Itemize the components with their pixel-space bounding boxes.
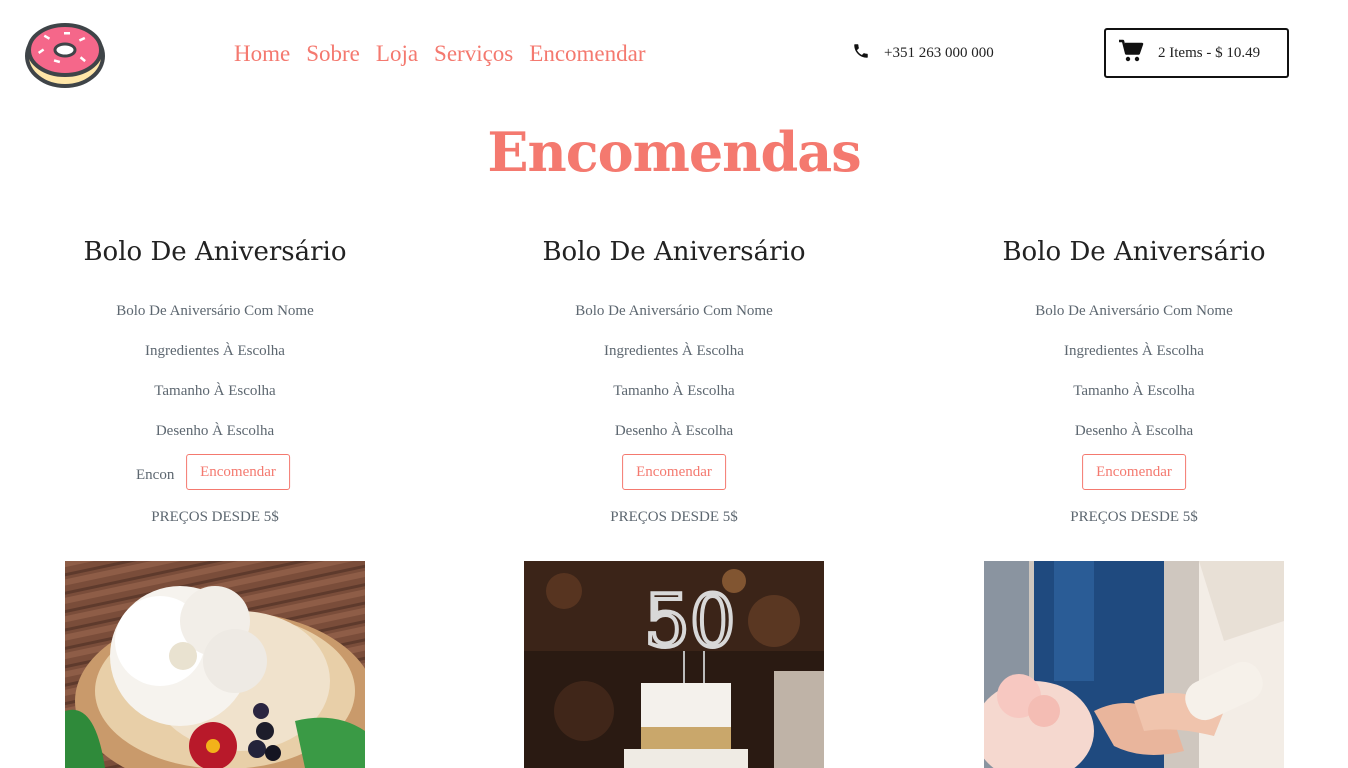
card-feature: Bolo De Aniversário Com Nome — [575, 303, 773, 319]
phone-contact[interactable]: +351 263 000 000 — [852, 42, 994, 64]
card-feature: Tamanho À Escolha — [154, 383, 276, 399]
card-feature: Desenho À Escolha — [1074, 423, 1194, 439]
card-title: Bolo De Aniversário — [1002, 237, 1266, 267]
cake-with-50-topper-photo: 50 — [524, 561, 824, 768]
card-feature: Bolo De Aniversário Com Nome — [1035, 303, 1233, 319]
main-nav: Home Sobre Loja Serviços Encomendar — [234, 38, 646, 70]
page-title: Encomendas — [487, 120, 861, 184]
card-feature: Ingredientes À Escolha — [1064, 343, 1204, 359]
card-price: PREÇOS DESDE 5$ — [151, 509, 279, 525]
card-feature: Ingredientes À Escolha — [145, 343, 285, 359]
product-card: Bolo De Aniversário Bolo De Aniversário … — [65, 228, 365, 527]
card-actions: Encomendar — [524, 451, 824, 507]
nav-home[interactable]: Home — [234, 38, 290, 70]
nav-servicos[interactable]: Serviços — [434, 38, 513, 70]
cart-button[interactable]: 2 Items - $ 10.49 — [1104, 28, 1289, 78]
donut-logo-icon[interactable] — [24, 20, 106, 88]
card-price: PREÇOS DESDE 5$ — [1070, 509, 1198, 525]
card-title: Bolo De Aniversário — [542, 237, 806, 267]
card-title: Bolo De Aniversário — [83, 237, 347, 267]
hands-cutting-cake-photo — [984, 561, 1284, 768]
card-feature: Tamanho À Escolha — [613, 383, 735, 399]
order-button[interactable]: Encomendar — [622, 454, 726, 490]
card-actions: Encon Encomendar — [65, 451, 365, 507]
product-card: Bolo De Aniversário Bolo De Aniversário … — [524, 228, 824, 527]
cart-icon — [1118, 39, 1144, 67]
nav-sobre[interactable]: Sobre — [306, 38, 360, 70]
nav-encomendar[interactable]: Encomendar — [529, 38, 645, 70]
card-feature: Desenho À Escolha — [614, 423, 734, 439]
cake-with-white-flower-photo — [65, 561, 365, 768]
phone-number: +351 263 000 000 — [884, 44, 994, 61]
product-card: Bolo De Aniversário Bolo De Aniversário … — [984, 228, 1284, 527]
phone-icon — [852, 42, 870, 64]
card-feature: Desenho À Escolha — [155, 423, 275, 439]
svg-text:50: 50 — [644, 579, 736, 663]
card-actions: Encomendar — [984, 451, 1284, 507]
order-button[interactable]: Encomendar — [1082, 454, 1186, 490]
card-feature: Bolo De Aniversário Com Nome — [116, 303, 314, 319]
card-feature: Ingredientes À Escolha — [604, 343, 744, 359]
nav-loja[interactable]: Loja — [376, 38, 418, 70]
cart-summary: 2 Items - $ 10.49 — [1158, 44, 1261, 61]
card-feature: Tamanho À Escolha — [1073, 383, 1195, 399]
card-price: PREÇOS DESDE 5$ — [610, 509, 738, 525]
order-button[interactable]: Encomendar — [186, 454, 290, 490]
partial-label: Encon — [136, 467, 175, 483]
